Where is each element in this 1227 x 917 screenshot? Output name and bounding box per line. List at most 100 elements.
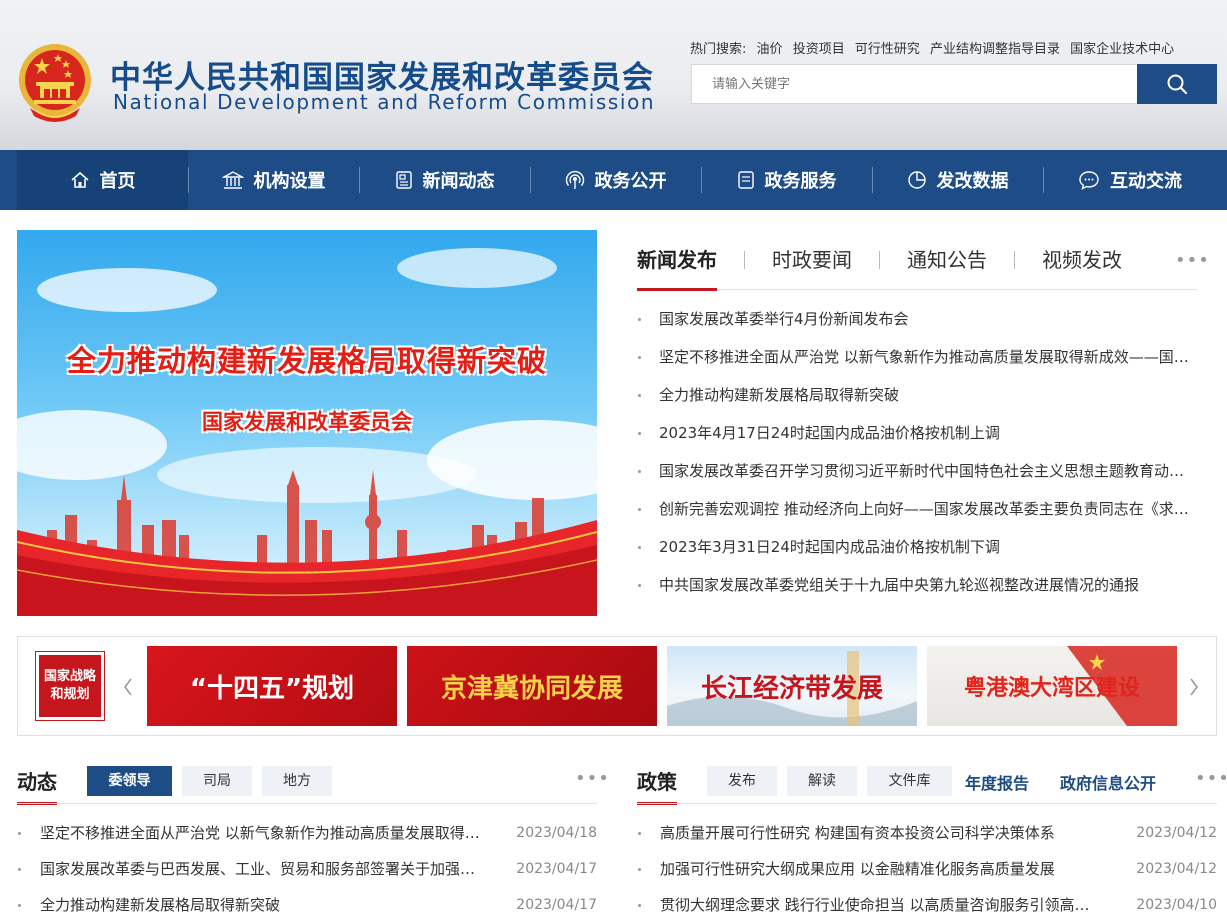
list-item[interactable]: 国家发展改革委举行4月份新闻发布会 (637, 308, 1197, 346)
strategy-card-jingjinji[interactable]: 京津冀协同发展 (407, 646, 657, 726)
item-date: 2023/04/10 (1136, 897, 1217, 913)
hot-link-industry-catalog[interactable]: 产业结构调整指导目录 (930, 42, 1060, 57)
nav-item-data[interactable]: 发改数据 (872, 150, 1043, 210)
strategy-strip: 国家战略和规划 “十四五”规划 京津冀协同发展 长江经济带发展 粤港澳大湾区建设 (17, 636, 1217, 736)
nav-item-gov-affairs[interactable]: 政务公开 (530, 150, 701, 210)
tab-release[interactable]: 发布 (707, 766, 777, 796)
nav-label: 机构设置 (253, 171, 326, 192)
item-title: 坚定不移推进全面从严治党 以新气象新作为推动高质量发展取得新成效 (40, 824, 480, 842)
nav-item-gov-service[interactable]: 政务服务 (701, 150, 872, 210)
strategy-card-label: 长江经济带发展 (700, 673, 883, 704)
nav-label: 政务服务 (764, 171, 837, 192)
list-item[interactable]: 2023年4月17日24时起国内成品油价格按机制上调 (637, 422, 1197, 460)
hot-link-investment[interactable]: 投资项目 (793, 42, 845, 57)
broadcast-icon (565, 170, 584, 189)
site-header: 中华人民共和国国家发展和改革委员会 National Development a… (0, 0, 1227, 150)
search-box (691, 64, 1137, 104)
list-item[interactable]: 坚定不移推进全面从严治党 以新气象新作为推动高质量发展取得新成效 2023/04… (17, 822, 597, 858)
item-title: 高质量开展可行性研究 构建国有资本投资公司科学决策体系 (660, 824, 1055, 842)
list-item[interactable]: 坚定不移推进全面从严治党 以新气象新作为推动高质量发展取得新成效——国家发展改革… (637, 346, 1197, 384)
tab-local[interactable]: 地方 (262, 766, 332, 796)
nav-item-interaction[interactable]: 互动交流 (1043, 150, 1217, 210)
item-date: 2023/04/18 (516, 825, 597, 841)
more-icon[interactable]: ••• (575, 768, 610, 789)
list-item[interactable]: 2023年3月31日24时起国内成品油价格按机制下调 (637, 536, 1197, 574)
nav-item-home[interactable]: 首页 (17, 150, 188, 210)
item-date: 2023/04/12 (1136, 861, 1217, 877)
nav-item-institution[interactable]: 机构设置 (188, 150, 359, 210)
strategy-label-text: 国家战略 和规划 (39, 655, 101, 717)
strategy-label-line2: 和规划 (50, 687, 90, 702)
search-input[interactable] (692, 65, 1137, 103)
institution-icon (221, 171, 244, 189)
tab-departments[interactable]: 司局 (182, 766, 252, 796)
list-item[interactable]: 国家发展改革委召开学习贯彻习近平新时代中国特色社会主义思想主题教育动员部署会议 (637, 460, 1197, 498)
strategy-card-label: 京津冀协同发展 (440, 673, 623, 704)
list-item[interactable]: 创新完善宏观调控 推动经济向上向好——国家发展改革委主要负责同志在《求是》杂志发… (637, 498, 1197, 536)
annual-report-link[interactable]: 年度报告 (965, 770, 1029, 794)
tab-video[interactable]: 视频发改 (1042, 246, 1122, 290)
item-date: 2023/04/12 (1136, 825, 1217, 841)
divider (637, 803, 1217, 804)
tab-divider (1014, 251, 1015, 269)
service-icon (737, 171, 754, 189)
hot-link-tech-center[interactable]: 国家企业技术中心 (1070, 42, 1174, 57)
hot-link-oil-price[interactable]: 油价 (757, 42, 783, 57)
tab-leaders[interactable]: 委领导 (87, 766, 172, 796)
list-item[interactable]: 贯彻大纲理念要求 践行行业使命担当 以高质量咨询服务引领高质量发展 2023/0… (637, 894, 1217, 917)
chat-icon (1079, 171, 1099, 190)
dongtai-list: 坚定不移推进全面从严治党 以新气象新作为推动高质量发展取得新成效 2023/04… (17, 822, 597, 917)
list-item[interactable]: 高质量开展可行性研究 构建国有资本投资公司科学决策体系 2023/04/12 (637, 822, 1217, 858)
strategy-card-yangtze[interactable]: 长江经济带发展 (667, 646, 917, 726)
list-item[interactable]: 中共国家发展改革委党组关于十九届中央第九轮巡视整改进展情况的通报 (637, 574, 1197, 612)
more-icon[interactable]: ••• (1195, 768, 1227, 789)
site-title-en[interactable]: National Development and Reform Commissi… (113, 90, 655, 114)
zhengce-header: 政策 发布 解读 文件库 年度报告 政府信息公开 ••• (637, 766, 1227, 805)
list-item[interactable]: 全力推动构建新发展格局取得新突破 (637, 384, 1197, 422)
nav-label: 发改数据 (936, 171, 1009, 192)
item-date: 2023/04/17 (516, 897, 597, 913)
gov-info-disclosure-link[interactable]: 政府信息公开 (1060, 770, 1156, 794)
strategy-card-14th-plan[interactable]: “十四五”规划 (147, 646, 397, 726)
item-date: 2023/04/17 (516, 861, 597, 877)
list-item[interactable]: 国家发展改革委与巴西发展、工业、贸易和服务部签署关于加强合作的谅解备忘录 202… (17, 858, 597, 894)
divider (17, 803, 597, 804)
nav-item-news[interactable]: 新闻动态 (359, 150, 530, 210)
carousel-next-button[interactable] (1184, 673, 1204, 701)
carousel-prev-button[interactable] (118, 673, 138, 701)
nav-label: 新闻动态 (422, 171, 495, 192)
search-button[interactable] (1137, 64, 1217, 104)
zhengce-list: 高质量开展可行性研究 构建国有资本投资公司科学决策体系 2023/04/12 加… (637, 822, 1217, 917)
dongtai-header: 动态 委领导 司局 地方 ••• (17, 766, 609, 805)
item-title: 加强可行性研究大纲成果应用 以金融精准化服务高质量发展 (660, 860, 1055, 878)
news-tabs: 新闻发布 时政要闻 通知公告 视频发改 ••• (637, 246, 1209, 291)
tab-file-library[interactable]: 文件库 (867, 766, 952, 796)
list-item[interactable]: 加强可行性研究大纲成果应用 以金融精准化服务高质量发展 2023/04/12 (637, 858, 1217, 894)
tab-current-affairs[interactable]: 时政要闻 (772, 246, 852, 290)
dongtai-title[interactable]: 动态 (17, 766, 57, 805)
hot-link-feasibility[interactable]: 可行性研究 (855, 42, 920, 57)
tab-notices[interactable]: 通知公告 (907, 246, 987, 290)
hero-banner[interactable]: 全力推动构建新发展格局取得新突破 国家发展和改革委员会 (17, 230, 597, 616)
more-icon[interactable]: ••• (1175, 250, 1210, 271)
strategy-card-label: 粤港澳大湾区建设 (963, 676, 1140, 701)
item-title: 国家发展改革委与巴西发展、工业、贸易和服务部签署关于加强合作的谅解备忘录 (40, 860, 480, 878)
banner-subline: 国家发展和改革委员会 (202, 410, 412, 434)
strategy-card-label: “十四五”规划 (189, 673, 355, 704)
strategy-label[interactable]: 国家战略 和规划 (35, 651, 105, 721)
zhengce-title[interactable]: 政策 (637, 766, 677, 805)
national-emblem-icon[interactable] (16, 42, 94, 124)
chevron-right-icon (1190, 678, 1198, 696)
nav-label: 首页 (99, 171, 136, 192)
tab-divider (879, 251, 880, 269)
list-item[interactable]: 全力推动构建新发展格局取得新突破 2023/04/17 (17, 894, 597, 917)
item-title: 贯彻大纲理念要求 践行行业使命担当 以高质量咨询服务引领高质量发展 (660, 896, 1100, 914)
tab-press-release[interactable]: 新闻发布 (637, 246, 717, 291)
strategy-label-line1: 国家战略 (43, 669, 96, 684)
annual-report-label: 年度报告 (965, 774, 1030, 793)
nav-label: 互动交流 (1110, 171, 1182, 192)
news-list: 国家发展改革委举行4月份新闻发布会 坚定不移推进全面从严治党 以新气象新作为推动… (637, 308, 1197, 612)
chevron-left-icon (124, 678, 132, 696)
strategy-card-gba[interactable]: 粤港澳大湾区建设 (927, 646, 1177, 726)
tab-interpretation[interactable]: 解读 (787, 766, 857, 796)
